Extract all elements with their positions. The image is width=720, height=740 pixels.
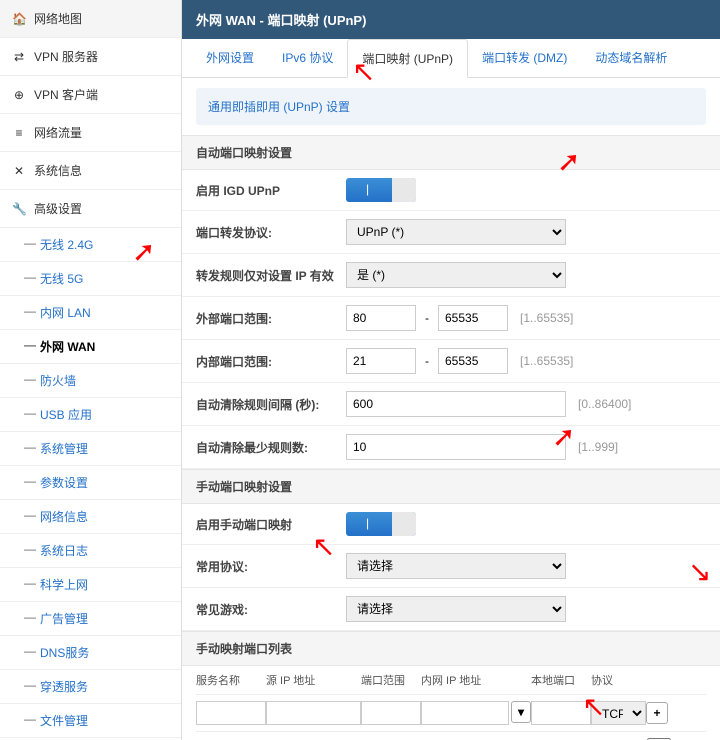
sidebar-sub-item[interactable]: 系统管理 bbox=[0, 432, 181, 466]
tab[interactable]: 端口转发 (DMZ) bbox=[468, 39, 581, 77]
label-interval: 自动清除规则间隔 (秒): bbox=[196, 396, 346, 413]
label-igd: 启用 IGD UPnP bbox=[196, 182, 346, 199]
label-extport: 外部端口范围: bbox=[196, 310, 346, 327]
page-title: 外网 WAN - 端口映射 (UPnP) bbox=[182, 0, 720, 39]
lanip-picker-button[interactable]: ▾ bbox=[511, 701, 531, 723]
input-intport-to[interactable] bbox=[438, 348, 508, 374]
upnp-banner: 通用即插即用 (UPnP) 设置 bbox=[196, 88, 706, 125]
sidebar-sub-item[interactable]: 网络信息 bbox=[0, 500, 181, 534]
label-minrule: 自动清除最少规则数: bbox=[196, 439, 346, 456]
sidebar-sub-item[interactable]: DNS服务 bbox=[0, 636, 181, 670]
label-ipvalid: 转发规则仅对设置 IP 有效 bbox=[196, 267, 346, 284]
col-header: 源 IP 地址 bbox=[266, 672, 361, 688]
sidebar-sub-item[interactable]: 文件管理 bbox=[0, 704, 181, 738]
menu-icon: ⊕ bbox=[12, 88, 26, 102]
sidebar-item-label: 高级设置 bbox=[34, 200, 82, 217]
select-ipvalid[interactable]: 是 (*) bbox=[346, 262, 566, 288]
select-new-proto[interactable]: TCP bbox=[591, 701, 646, 725]
sidebar-item-label: 网络流量 bbox=[34, 124, 82, 141]
sidebar-sub-item[interactable]: 无线 2.4G bbox=[0, 228, 181, 262]
col-header: 内网 IP 地址 bbox=[421, 672, 531, 688]
sidebar-item-label: VPN 客户端 bbox=[34, 86, 98, 103]
input-new-lanip[interactable] bbox=[421, 701, 509, 725]
label-common-proto: 常用协议: bbox=[196, 558, 346, 575]
select-protocol[interactable]: UPnP (*) bbox=[346, 219, 566, 245]
select-common-proto[interactable]: 请选择 bbox=[346, 553, 566, 579]
sidebar-item[interactable]: ⇄ VPN 服务器 bbox=[0, 38, 181, 76]
input-new-name[interactable] bbox=[196, 701, 266, 725]
select-common-game[interactable]: 请选择 bbox=[346, 596, 566, 622]
sidebar-item[interactable]: ⊕ VPN 客户端 bbox=[0, 76, 181, 114]
tab[interactable]: 动态域名解析 bbox=[581, 39, 681, 77]
mapping-table: 服务名称源 IP 地址端口范围内网 IP 地址本地端口协议 ▾ TCP + na… bbox=[182, 666, 720, 740]
input-minrule[interactable] bbox=[346, 434, 566, 460]
menu-icon: ⇄ bbox=[12, 50, 26, 64]
menu-icon: ✕ bbox=[12, 164, 26, 178]
sidebar-item[interactable]: 🔧 高级设置 bbox=[0, 190, 181, 228]
tab[interactable]: 端口映射 (UPnP) bbox=[347, 39, 468, 78]
sidebar-item[interactable]: ✕ 系统信息 bbox=[0, 152, 181, 190]
toggle-igd-upnp[interactable] bbox=[346, 178, 416, 202]
sidebar-sub-item[interactable]: 外网 WAN bbox=[0, 330, 181, 364]
col-header: 服务名称 bbox=[196, 672, 266, 688]
sidebar-item[interactable]: 🏠 网络地图 bbox=[0, 0, 181, 38]
label-manual-enable: 启用手动端口映射 bbox=[196, 516, 346, 533]
sidebar-item-label: 系统信息 bbox=[34, 162, 82, 179]
menu-icon: ≡ bbox=[12, 126, 26, 140]
hint-minrule: [1..999] bbox=[578, 440, 618, 454]
hint-interval: [0..86400] bbox=[578, 397, 631, 411]
section-list: 手动映射端口列表 bbox=[182, 631, 720, 666]
section-auto: 自动端口映射设置 bbox=[182, 135, 720, 170]
col-header: 端口范围 bbox=[361, 672, 421, 688]
input-extport-to[interactable] bbox=[438, 305, 508, 331]
sidebar: 🏠 网络地图 ⇄ VPN 服务器 ⊕ VPN 客户端 ≡ 网络流量 ✕ 系统信息 🔧 高级设置 无线 … bbox=[0, 0, 182, 740]
tab[interactable]: 外网设置 bbox=[192, 39, 268, 77]
add-mapping-button[interactable]: + bbox=[646, 702, 668, 724]
hint-extport: [1..65535] bbox=[520, 311, 573, 325]
input-new-localport[interactable] bbox=[531, 701, 591, 725]
tabs: 外网设置IPv6 协议端口映射 (UPnP)端口转发 (DMZ)动态域名解析 bbox=[182, 39, 720, 78]
table-row-new: ▾ TCP + bbox=[196, 695, 706, 732]
table-row: nas*.*.*.*10010192.168.2.2095000TCP bbox=[196, 732, 706, 740]
menu-icon: 🏠 bbox=[12, 12, 26, 26]
label-intport: 内部端口范围: bbox=[196, 353, 346, 370]
sidebar-sub-item[interactable]: 系统日志 bbox=[0, 534, 181, 568]
menu-icon: 🔧 bbox=[12, 202, 26, 216]
hint-intport: [1..65535] bbox=[520, 354, 573, 368]
sidebar-sub-item[interactable]: 广告管理 bbox=[0, 602, 181, 636]
sidebar-sub-item[interactable]: 内网 LAN bbox=[0, 296, 181, 330]
input-new-srcip[interactable] bbox=[266, 701, 361, 725]
input-interval[interactable] bbox=[346, 391, 566, 417]
label-protocol: 端口转发协议: bbox=[196, 224, 346, 241]
sidebar-sub-item[interactable]: USB 应用 bbox=[0, 398, 181, 432]
input-extport-from[interactable] bbox=[346, 305, 416, 331]
section-manual: 手动端口映射设置 bbox=[182, 469, 720, 504]
sidebar-item-label: 网络地图 bbox=[34, 10, 82, 27]
toggle-manual-mapping[interactable] bbox=[346, 512, 416, 536]
sidebar-item[interactable]: ≡ 网络流量 bbox=[0, 114, 181, 152]
sidebar-sub-item[interactable]: 穿透服务 bbox=[0, 670, 181, 704]
content: 外网 WAN - 端口映射 (UPnP) 外网设置IPv6 协议端口映射 (UP… bbox=[182, 0, 720, 740]
sidebar-sub-item[interactable]: 防火墙 bbox=[0, 364, 181, 398]
input-new-portrange[interactable] bbox=[361, 701, 421, 725]
sidebar-sub-item[interactable]: 科学上网 bbox=[0, 568, 181, 602]
sidebar-sub-item[interactable]: 参数设置 bbox=[0, 466, 181, 500]
input-intport-from[interactable] bbox=[346, 348, 416, 374]
sidebar-sub-item[interactable]: 无线 5G bbox=[0, 262, 181, 296]
col-header: 协议 bbox=[591, 672, 646, 688]
label-common-game: 常见游戏: bbox=[196, 601, 346, 618]
sidebar-item-label: VPN 服务器 bbox=[34, 48, 98, 65]
tab[interactable]: IPv6 协议 bbox=[268, 39, 347, 77]
col-header: 本地端口 bbox=[531, 672, 591, 688]
